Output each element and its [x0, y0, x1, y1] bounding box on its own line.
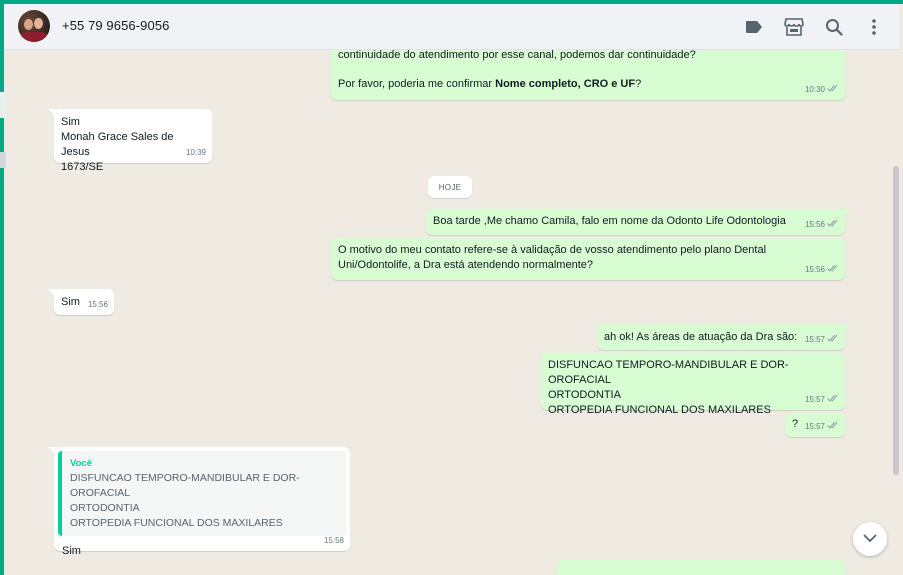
message-text: Sim — [62, 545, 81, 557]
scroll-to-bottom-button[interactable] — [853, 522, 887, 556]
read-ticks-icon — [827, 419, 839, 434]
label-icon[interactable] — [743, 16, 765, 38]
message-incoming-reply[interactable]: Você DISFUNCAO TEMPORO-MANDIBULAR E DOR-… — [48, 447, 350, 557]
read-ticks-icon — [827, 392, 839, 407]
message-time: 10:39 — [185, 148, 206, 157]
quote-author: Você — [70, 458, 93, 469]
message-outgoing[interactable]: O motivo do meu contato refere-se à vali… — [331, 238, 845, 280]
message-time: 10:30 — [804, 85, 825, 94]
message-text: DISFUNCAO TEMPORO-MANDIBULAR E DOR-OROFA… — [548, 359, 789, 416]
read-ticks-icon — [827, 82, 839, 97]
read-ticks-icon — [827, 332, 839, 347]
read-ticks-icon — [827, 217, 839, 232]
message-text: Boa tarde ,Me chamo Camila, falo em nome… — [433, 215, 786, 227]
message-text: ah ok! As áreas de atuação da Dra são: — [604, 331, 798, 343]
message-time: 15:57 — [804, 395, 825, 404]
message-time: 15:56 — [804, 265, 825, 274]
read-ticks-icon — [827, 262, 839, 277]
message-outgoing[interactable]: DISFUNCAO TEMPORO-MANDIBULAR E DOR-OROFA… — [541, 353, 845, 416]
chevron-down-icon — [863, 530, 877, 548]
menu-icon[interactable] — [863, 16, 885, 38]
avatar[interactable] — [18, 10, 50, 42]
message-outgoing-partial[interactable] — [556, 560, 845, 575]
message-outgoing[interactable]: ah ok! As áreas de atuação da Dra são: 1… — [597, 324, 851, 350]
message-text: Por favor, poderia me confirmar Nome com… — [338, 78, 642, 90]
search-icon[interactable] — [823, 16, 845, 38]
message-text: Sim Monah Grace Sales de Jesus 1673/SE — [61, 116, 174, 173]
message-outgoing[interactable]: ? 15:57 — [785, 413, 845, 437]
message-outgoing[interactable]: Boa tarde ,Me chamo Camila, falo em nome… — [426, 209, 851, 235]
message-list[interactable]: continuidade do atendimento por esse can… — [4, 50, 895, 575]
message-text: O motivo do meu contato refere-se à vali… — [338, 244, 767, 271]
quoted-message[interactable]: Você DISFUNCAO TEMPORO-MANDIBULAR E DOR-… — [58, 451, 346, 536]
contact-name[interactable]: +55 79 9656-9056 — [62, 18, 170, 33]
store-icon[interactable] — [783, 16, 805, 38]
message-incoming[interactable]: Sim Monah Grace Sales de Jesus 1673/SE 1… — [48, 109, 212, 173]
header-actions — [743, 16, 885, 38]
message-time: 15:57 — [804, 335, 825, 344]
quote-text: DISFUNCAO TEMPORO-MANDIBULAR E DOR-OROFA… — [70, 472, 300, 529]
message-outgoing[interactable]: continuidade do atendimento por esse can… — [331, 50, 845, 100]
message-time: 15:58 — [323, 536, 344, 545]
message-time: 15:56 — [804, 220, 825, 229]
date-divider: HOJE — [428, 176, 472, 198]
chat-header: +55 79 9656-9056 — [4, 4, 899, 50]
message-time: 15:57 — [804, 422, 825, 431]
message-time: 15:56 — [87, 300, 108, 309]
message-text: continuidade do atendimento por esse can… — [338, 50, 696, 61]
chat-scrollbar[interactable] — [893, 166, 899, 475]
message-incoming[interactable]: Sim 15:56 — [48, 289, 114, 315]
